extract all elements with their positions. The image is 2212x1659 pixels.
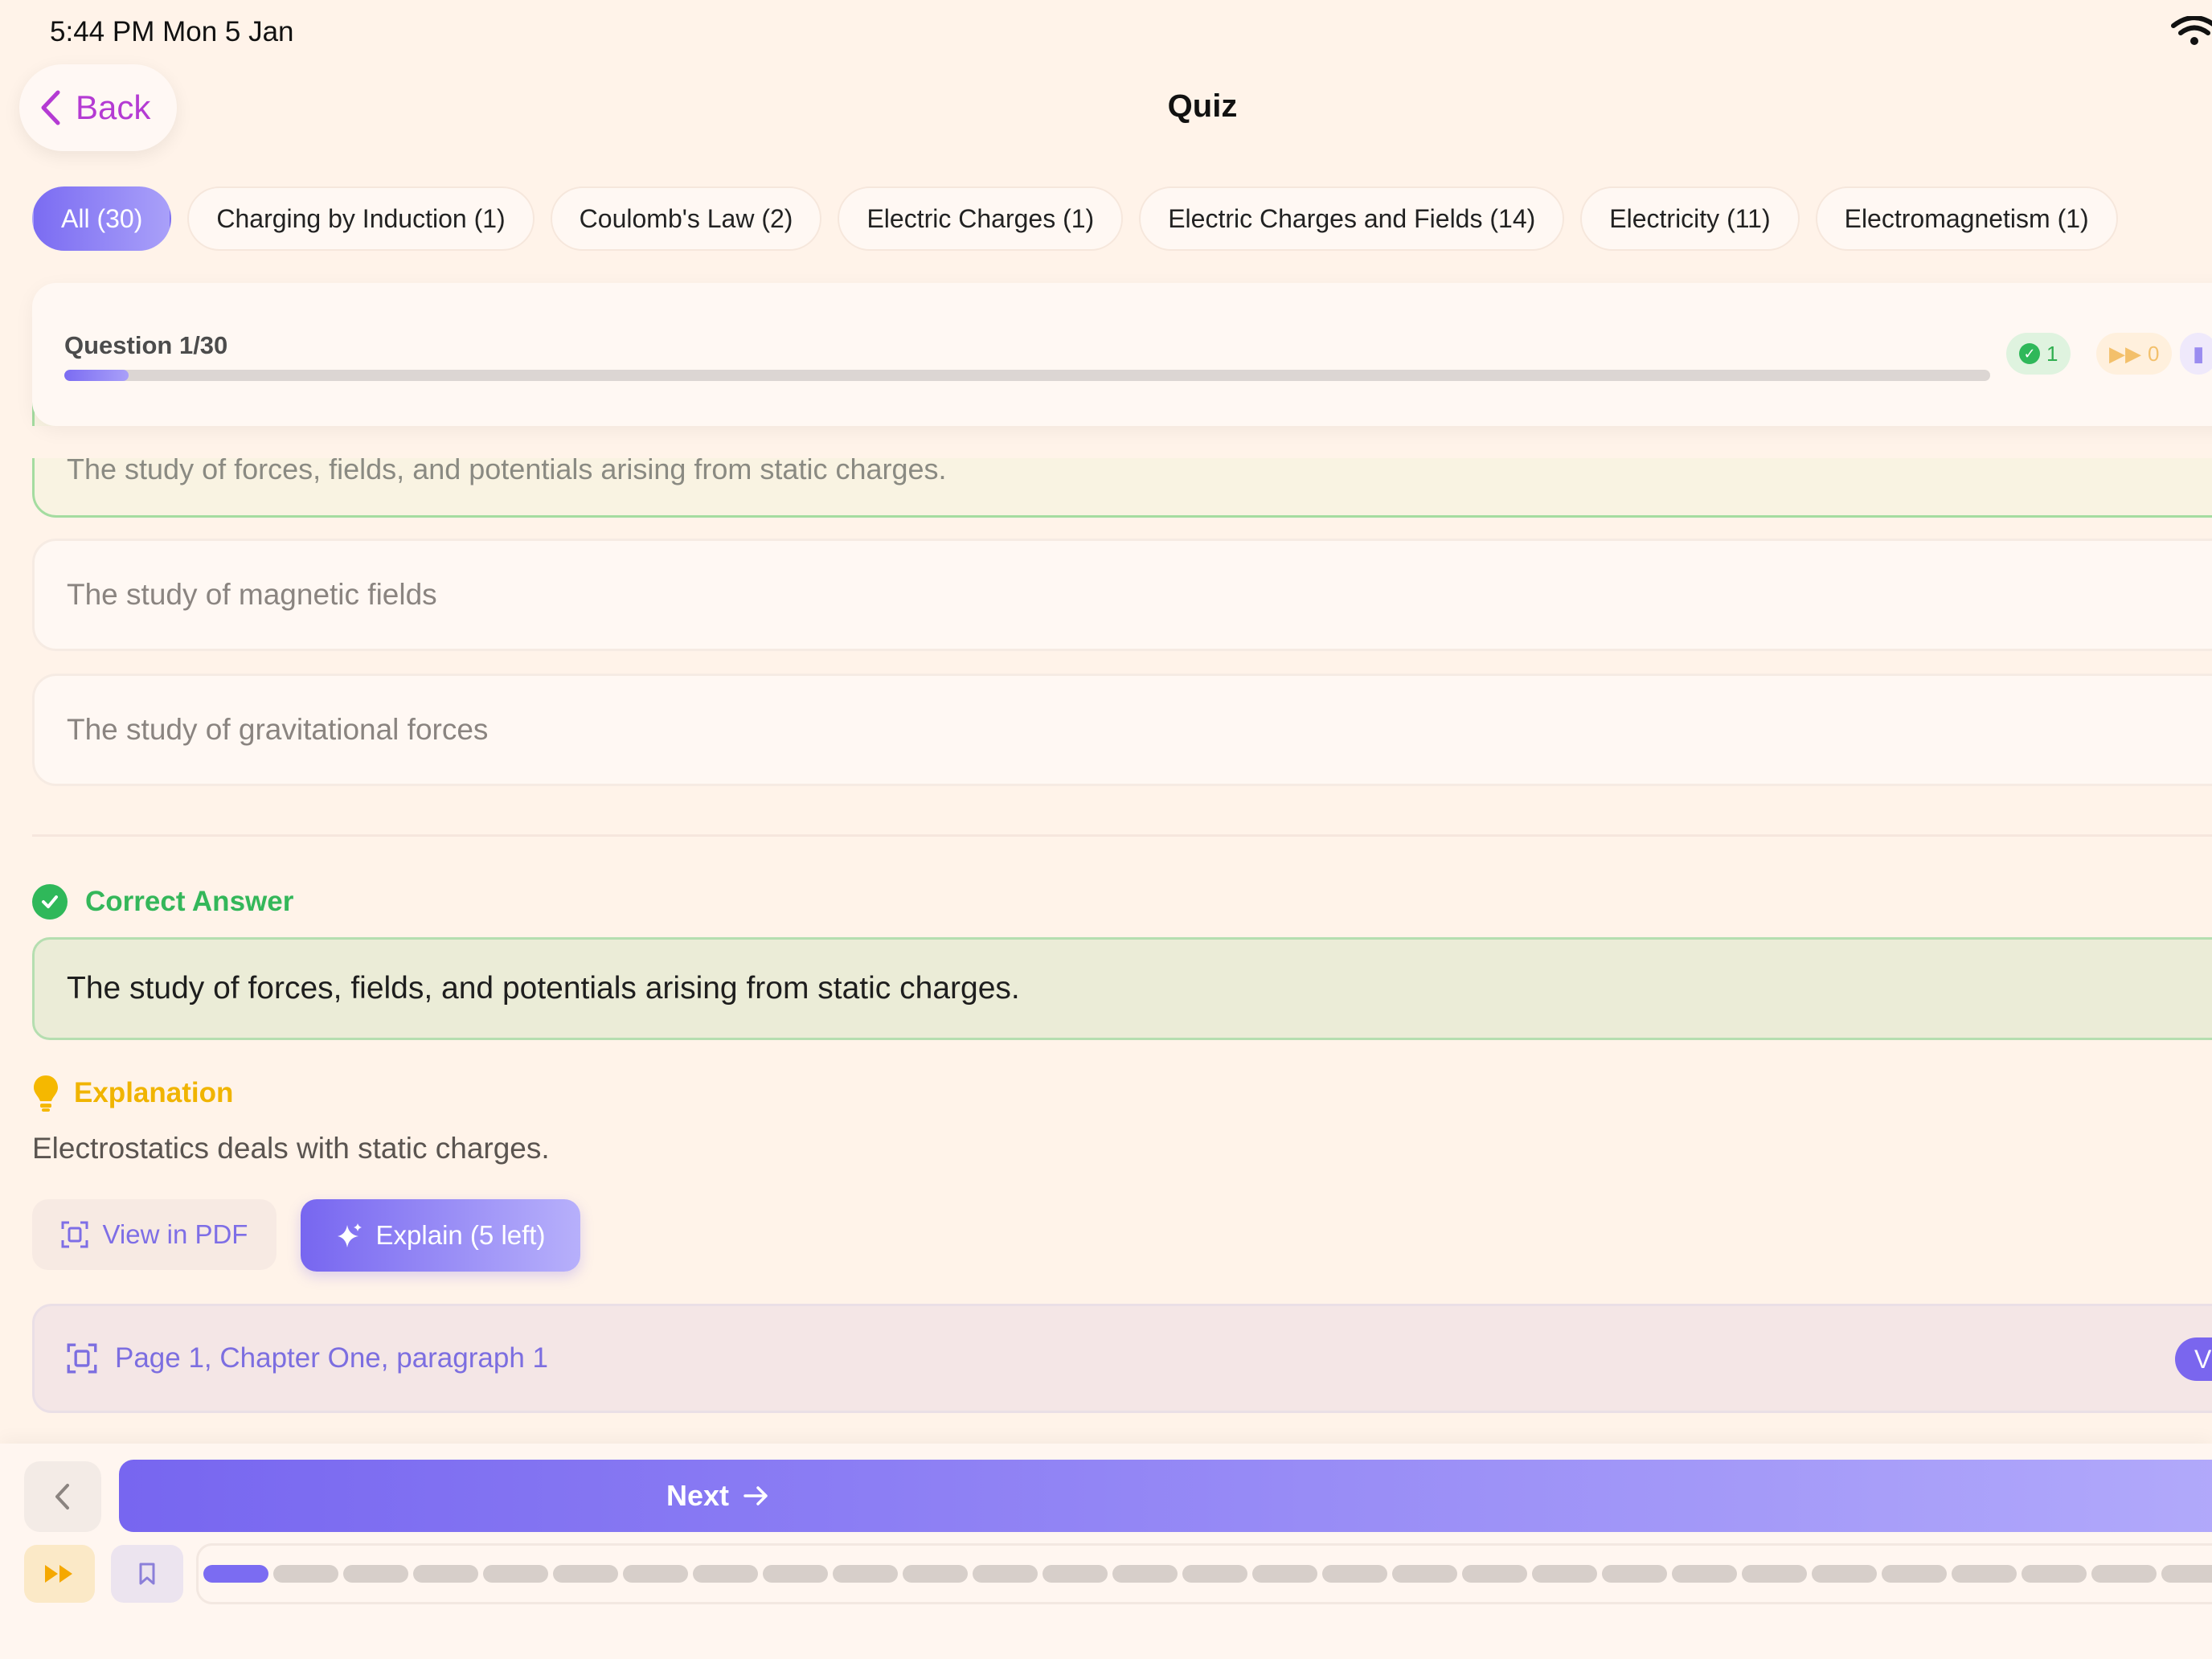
view-in-pdf-label: View in PDF [102, 1219, 248, 1249]
correct-answer-label: Correct Answer [85, 886, 294, 917]
skipped-count-badge: ▶▶ 0 [2096, 333, 2173, 375]
option-2-text: The study of magnetic fields [67, 578, 437, 611]
question-dot-29[interactable] [2161, 1565, 2212, 1583]
question-dot-26[interactable] [1952, 1565, 2017, 1583]
category-chips: All (30) Charging by Induction (1) Coulo… [32, 186, 2118, 251]
question-dot-13[interactable] [1043, 1565, 1108, 1583]
question-dot-1[interactable] [203, 1565, 268, 1583]
next-button[interactable]: Next [119, 1460, 2212, 1532]
question-dot-22[interactable] [1672, 1565, 1737, 1583]
question-dot-23[interactable] [1742, 1565, 1807, 1583]
correct-answer-header: Correct Answer [32, 884, 293, 920]
question-dot-28[interactable] [2091, 1565, 2157, 1583]
chip-coulombs-law[interactable]: Coulomb's Law (2) [550, 186, 822, 251]
status-time: 5:44 PM Mon 5 Jan [50, 16, 294, 47]
chip-all[interactable]: All (30) [32, 186, 172, 251]
question-dot-3[interactable] [343, 1565, 408, 1583]
question-dot-19[interactable] [1462, 1565, 1527, 1583]
fast-forward-icon [45, 1565, 72, 1583]
view-in-pdf-button[interactable]: View in PDF [32, 1199, 276, 1270]
source-reference-text: Page 1, Chapter One, paragraph 1 [115, 1342, 548, 1374]
sparkle-icon [337, 1223, 362, 1247]
chip-electricity[interactable]: Electricity (11) [1580, 186, 1800, 251]
section-divider [32, 834, 2212, 837]
question-progress-bar [64, 370, 1990, 381]
question-dot-8[interactable] [693, 1565, 758, 1583]
question-dot-5[interactable] [483, 1565, 548, 1583]
chip-charging-by-induction[interactable]: Charging by Induction (1) [187, 186, 535, 251]
check-circle-icon [32, 884, 68, 920]
question-dot-4[interactable] [413, 1565, 478, 1583]
question-dot-12[interactable] [973, 1565, 1038, 1583]
question-dot-11[interactable] [903, 1565, 968, 1583]
correct-count-badge: ✓ 1 [2006, 333, 2071, 375]
explanation-text: Electrostatics deals with static charges… [32, 1132, 550, 1165]
lightbulb-icon [34, 1075, 58, 1112]
page-title: Quiz [1167, 88, 1238, 124]
quiz-screen: 5:44 PM Mon 5 Jan Back Quiz All (30) Cha… [0, 0, 2212, 1659]
question-counter: Question 1/30 [64, 331, 228, 359]
question-dot-20[interactable] [1532, 1565, 1597, 1583]
option-3-text: The study of gravitational forces [67, 713, 489, 746]
fast-forward-icon: ▶▶ [2109, 341, 2141, 366]
question-dot-25[interactable] [1882, 1565, 1947, 1583]
bookmark-count-badge: ▮ [2180, 333, 2212, 375]
question-dot-6[interactable] [553, 1565, 618, 1583]
arrow-right-icon [743, 1486, 768, 1505]
skip-button[interactable] [24, 1545, 95, 1603]
chip-electric-charges-and-fields[interactable]: Electric Charges and Fields (14) [1139, 186, 1565, 251]
source-view-button[interactable]: Vi [2175, 1337, 2212, 1381]
source-reference-card[interactable]: Page 1, Chapter One, paragraph 1 [32, 1304, 2212, 1413]
bookmark-icon: ▮ [2193, 341, 2205, 366]
explain-button[interactable]: Explain (5 left) [301, 1199, 580, 1272]
question-dot-10[interactable] [833, 1565, 898, 1583]
question-dot-27[interactable] [2022, 1565, 2087, 1583]
correct-answer-box: The study of forces, fields, and potenti… [32, 937, 2212, 1040]
question-dot-7[interactable] [623, 1565, 688, 1583]
next-label: Next [666, 1479, 730, 1512]
question-dot-24[interactable] [1812, 1565, 1877, 1583]
chip-electromagnetism[interactable]: Electromagnetism (1) [1815, 186, 2118, 251]
question-navigator[interactable] [196, 1543, 2212, 1604]
previous-button[interactable] [24, 1461, 101, 1532]
explanation-label: Explanation [74, 1077, 234, 1108]
scroll-mask [0, 426, 2212, 458]
question-progress-fill [64, 370, 129, 381]
chevron-left-icon [55, 1484, 69, 1509]
bookmark-icon [139, 1563, 155, 1585]
question-dot-15[interactable] [1182, 1565, 1247, 1583]
question-dot-18[interactable] [1392, 1565, 1457, 1583]
bookmark-button[interactable] [111, 1545, 183, 1603]
skipped-count: 0 [2148, 341, 2160, 366]
question-dot-14[interactable] [1112, 1565, 1178, 1583]
correct-count: 1 [2046, 341, 2058, 366]
explanation-header: Explanation [32, 1074, 233, 1112]
progress-card: Question 1/30 ✓ 1 ▶▶ 0 ▮ [32, 283, 2212, 426]
document-scan-icon [61, 1221, 88, 1248]
question-dot-16[interactable] [1252, 1565, 1317, 1583]
chip-electric-charges[interactable]: Electric Charges (1) [838, 186, 1124, 251]
correct-answer-text: The study of forces, fields, and potenti… [67, 971, 1020, 1006]
document-scan-icon [67, 1343, 97, 1374]
wifi-icon [2171, 16, 2212, 45]
question-dot-17[interactable] [1322, 1565, 1387, 1583]
question-dot-9[interactable] [763, 1565, 828, 1583]
question-dot-21[interactable] [1602, 1565, 1667, 1583]
check-icon: ✓ [2019, 343, 2040, 364]
explain-label: Explain (5 left) [375, 1220, 546, 1250]
option-3[interactable]: The study of gravitational forces [32, 674, 2212, 786]
question-dot-2[interactable] [273, 1565, 338, 1583]
option-2[interactable]: The study of magnetic fields [32, 539, 2212, 651]
